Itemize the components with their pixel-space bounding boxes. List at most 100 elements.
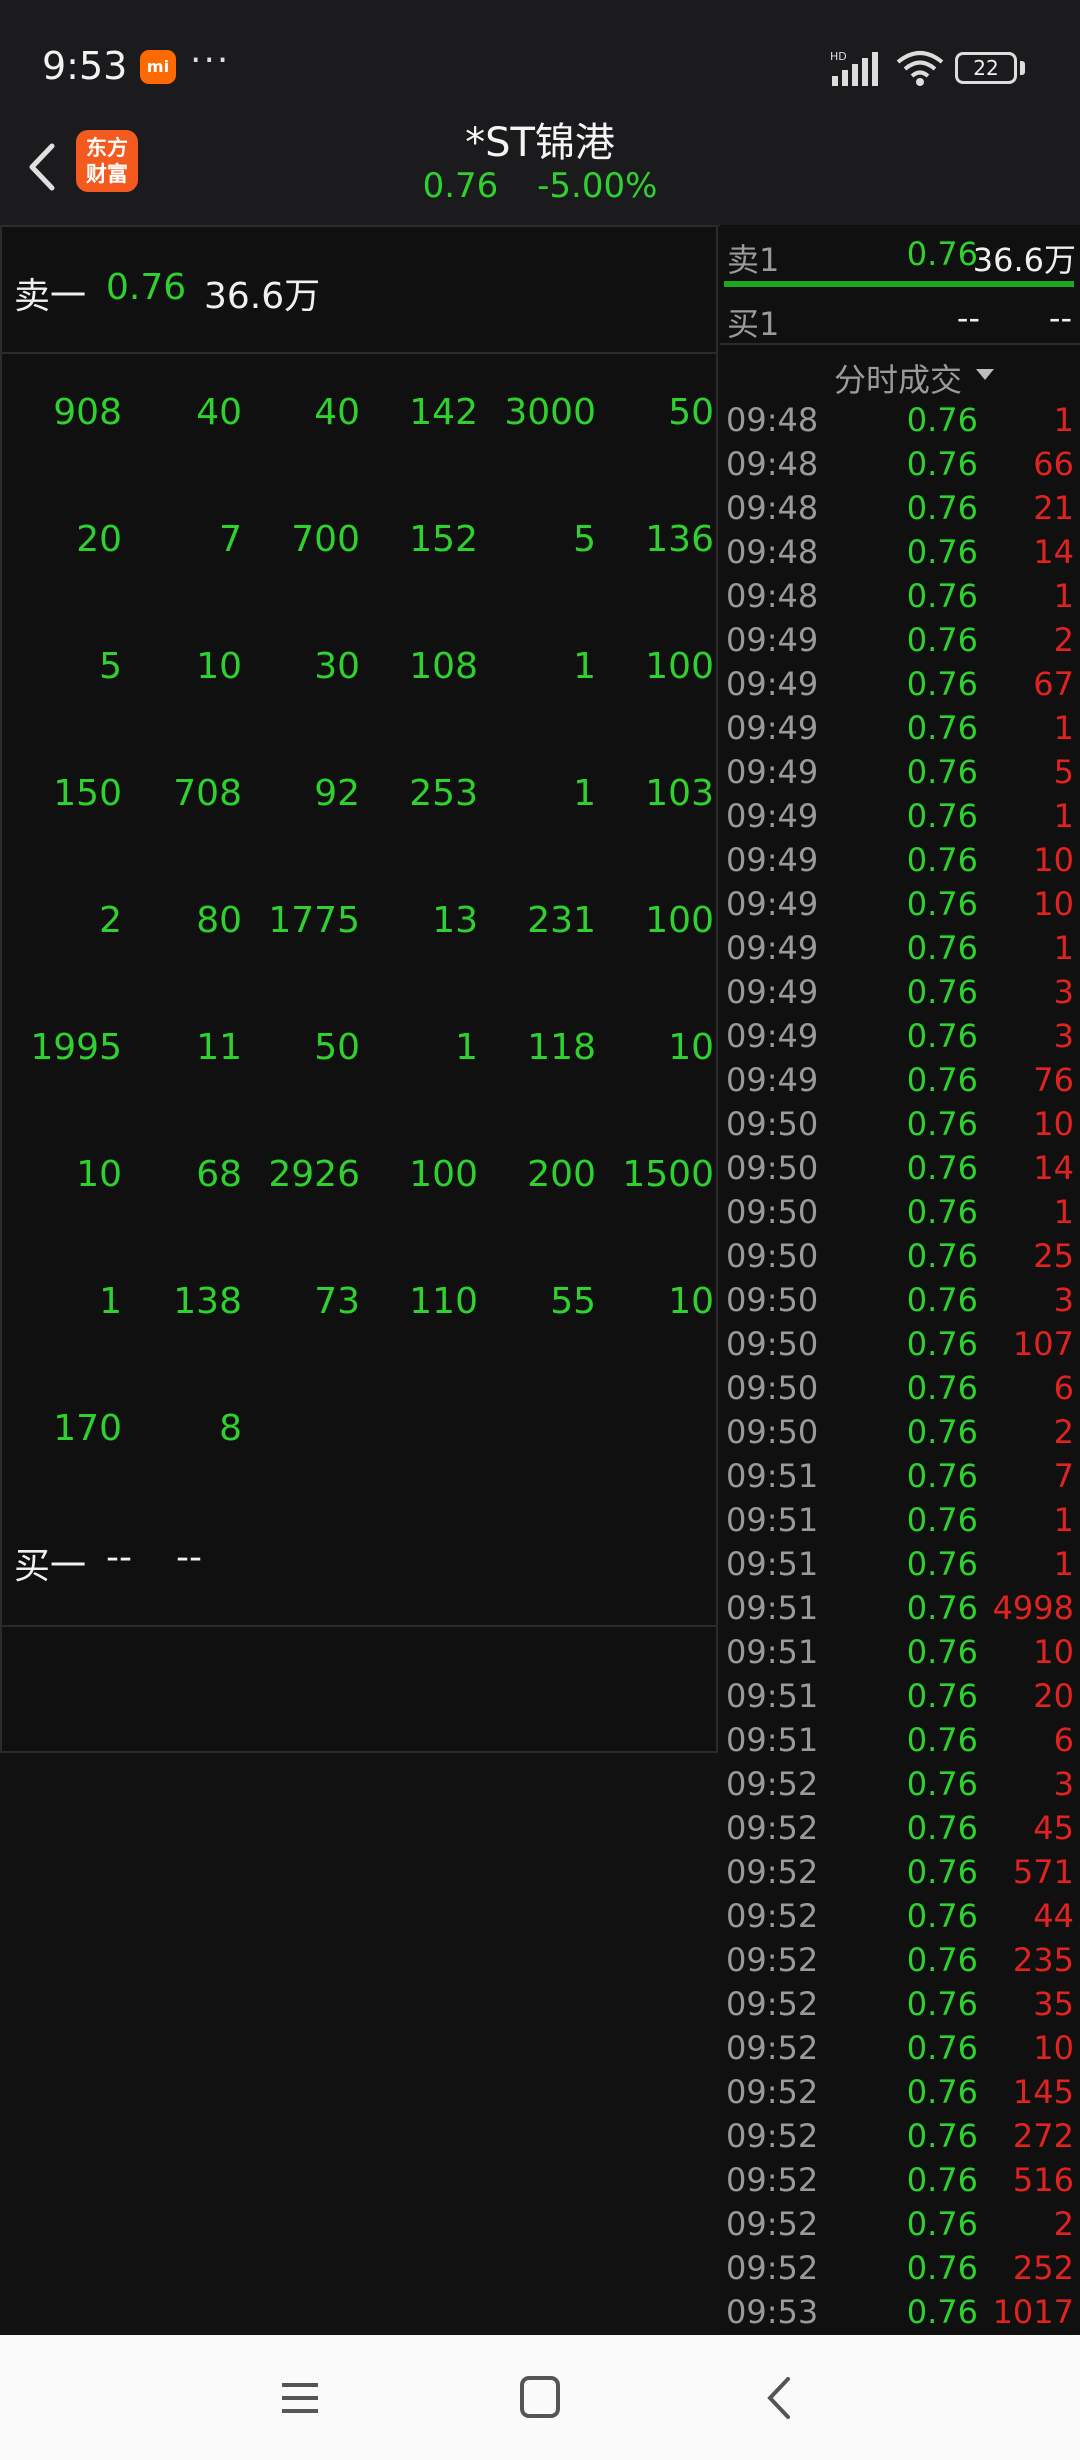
trade-row: 09:50 0.76 14	[720, 1145, 1080, 1189]
trade-time: 09:49	[726, 665, 819, 703]
ask1-volume: 36.6万	[204, 276, 321, 317]
trade-row: 09:52 0.76 252	[720, 2245, 1080, 2289]
caret-down-icon	[976, 369, 994, 380]
trade-price: 0.76	[906, 709, 978, 747]
back-icon[interactable]	[750, 2373, 810, 2423]
trade-row: 09:52 0.76 235	[720, 1937, 1080, 1981]
trade-row: 09:51 0.76 4998	[720, 1585, 1080, 1629]
ask-queue-cell: 10	[668, 1027, 714, 1068]
trade-volume: 107	[1012, 1325, 1074, 1363]
trade-row: 09:49 0.76 67	[720, 661, 1080, 705]
ask-queue-cell: 40	[196, 392, 242, 433]
trade-volume: 76	[1033, 1061, 1074, 1099]
ask-queue-cell: 142	[409, 392, 478, 433]
trade-row: 09:49 0.76 2	[720, 617, 1080, 661]
trade-volume: 4998	[992, 1589, 1074, 1627]
trade-time: 09:50	[726, 1369, 819, 1407]
trade-time: 09:49	[726, 1017, 819, 1055]
trade-row: 09:53 0.76 1017	[720, 2289, 1080, 2333]
ask-queue-cell: 700	[291, 519, 360, 560]
trade-price: 0.76	[906, 1105, 978, 1143]
trade-volume: 44	[1033, 1897, 1074, 1935]
trade-time: 09:49	[726, 621, 819, 659]
trade-price: 0.76	[906, 929, 978, 967]
trade-row: 09:50 0.76 3	[720, 1277, 1080, 1321]
stock-price: 0.76	[422, 166, 499, 206]
side-bid1-price: --	[956, 299, 980, 337]
trade-price: 0.76	[906, 841, 978, 879]
trade-volume: 145	[1012, 2073, 1074, 2111]
ask-queue-cell: 118	[527, 1027, 596, 1068]
trade-time: 09:51	[726, 1721, 819, 1759]
trade-time: 09:48	[726, 577, 819, 615]
trade-price: 0.76	[906, 489, 978, 527]
trade-time: 09:51	[726, 1633, 819, 1671]
trade-price: 0.76	[906, 2161, 978, 2199]
ask1-label: 卖一	[14, 276, 87, 317]
trade-price: 0.76	[906, 885, 978, 923]
trade-price: 0.76	[906, 1941, 978, 1979]
trade-volume: 35	[1033, 1985, 1074, 2023]
trade-price: 0.76	[906, 1765, 978, 1803]
trade-time: 09:52	[726, 1941, 819, 1979]
trade-row: 09:50 0.76 1	[720, 1189, 1080, 1233]
trade-time: 09:52	[726, 2205, 819, 2243]
battery-icon: 22	[955, 52, 1017, 84]
ask-queue-cell: 80	[196, 900, 242, 941]
trade-volume: 571	[1012, 1853, 1074, 1891]
trade-volume: 1	[1053, 797, 1074, 835]
trade-row: 09:49 0.76 10	[720, 837, 1080, 881]
ask-queue-cell: 103	[645, 773, 714, 814]
trade-volume: 235	[1012, 1941, 1074, 1979]
signal-hd-icon: HD	[830, 50, 878, 86]
ask-queue-cell: 5	[99, 646, 122, 687]
ask-queue-cell: 40	[314, 392, 360, 433]
trade-price: 0.76	[906, 2293, 978, 2331]
trades-list[interactable]: 09:48 0.76 1 09:48 0.76 66 09:48 0.76 21 09:48 0.7…	[720, 397, 1080, 2333]
ask-queue-cell: 1	[573, 646, 596, 687]
trade-volume: 20	[1033, 1677, 1074, 1715]
trade-row: 09:52 0.76 2	[720, 2201, 1080, 2245]
trade-row: 09:50 0.76 2	[720, 1409, 1080, 1453]
trade-time: 09:51	[726, 1501, 819, 1539]
trade-price: 0.76	[906, 2249, 978, 2287]
trade-volume: 14	[1033, 533, 1074, 571]
trade-price: 0.76	[906, 1545, 978, 1583]
ask-volume-bar	[724, 281, 1074, 287]
trade-row: 09:52 0.76 145	[720, 2069, 1080, 2113]
trade-price: 0.76	[906, 1237, 978, 1275]
trade-price: 0.76	[906, 621, 978, 659]
trade-volume: 2	[1053, 621, 1074, 659]
ask-queue-cell: 55	[550, 1281, 596, 1322]
trade-price: 0.76	[906, 1149, 978, 1187]
menu-icon[interactable]	[270, 2373, 330, 2423]
trade-time: 09:50	[726, 1193, 819, 1231]
trade-time: 09:49	[726, 753, 819, 791]
trades-header-dropdown[interactable]: 分时成交	[720, 343, 1080, 399]
trade-volume: 67	[1033, 665, 1074, 703]
bid1-row[interactable]: 买一 -- --	[2, 1497, 716, 1627]
trade-volume: 1	[1053, 929, 1074, 967]
trade-price: 0.76	[906, 1325, 978, 1363]
trade-volume: 1	[1053, 577, 1074, 615]
trade-volume: 1017	[992, 2293, 1074, 2331]
side-ask1-volume: 36.6万	[972, 241, 1076, 279]
trade-time: 09:49	[726, 797, 819, 835]
trade-price: 0.76	[906, 1985, 978, 2023]
ask-queue-cell: 3000	[504, 392, 596, 433]
trade-row: 09:50 0.76 107	[720, 1321, 1080, 1365]
ask-queue-cell: 1995	[30, 1027, 122, 1068]
home-icon[interactable]	[510, 2373, 570, 2423]
trade-price: 0.76	[906, 1369, 978, 1407]
trade-row: 09:49 0.76 3	[720, 969, 1080, 1013]
trade-row: 09:52 0.76 571	[720, 1849, 1080, 1893]
more-icon: ···	[190, 40, 231, 81]
trade-time: 09:49	[726, 885, 819, 923]
ask-queue-cell: 2	[99, 900, 122, 941]
ask-queue-cell: 1	[455, 1027, 478, 1068]
ask1-row[interactable]: 卖一 0.76 36.6万	[2, 227, 716, 354]
ask-queue-cell: 138	[173, 1281, 242, 1322]
trade-row: 09:48 0.76 14	[720, 529, 1080, 573]
order-queue-panel: 卖一 0.76 36.6万 908 40 40 142 3000 50 20 7 700 152 5…	[0, 225, 718, 1753]
trade-volume: 1	[1053, 1193, 1074, 1231]
